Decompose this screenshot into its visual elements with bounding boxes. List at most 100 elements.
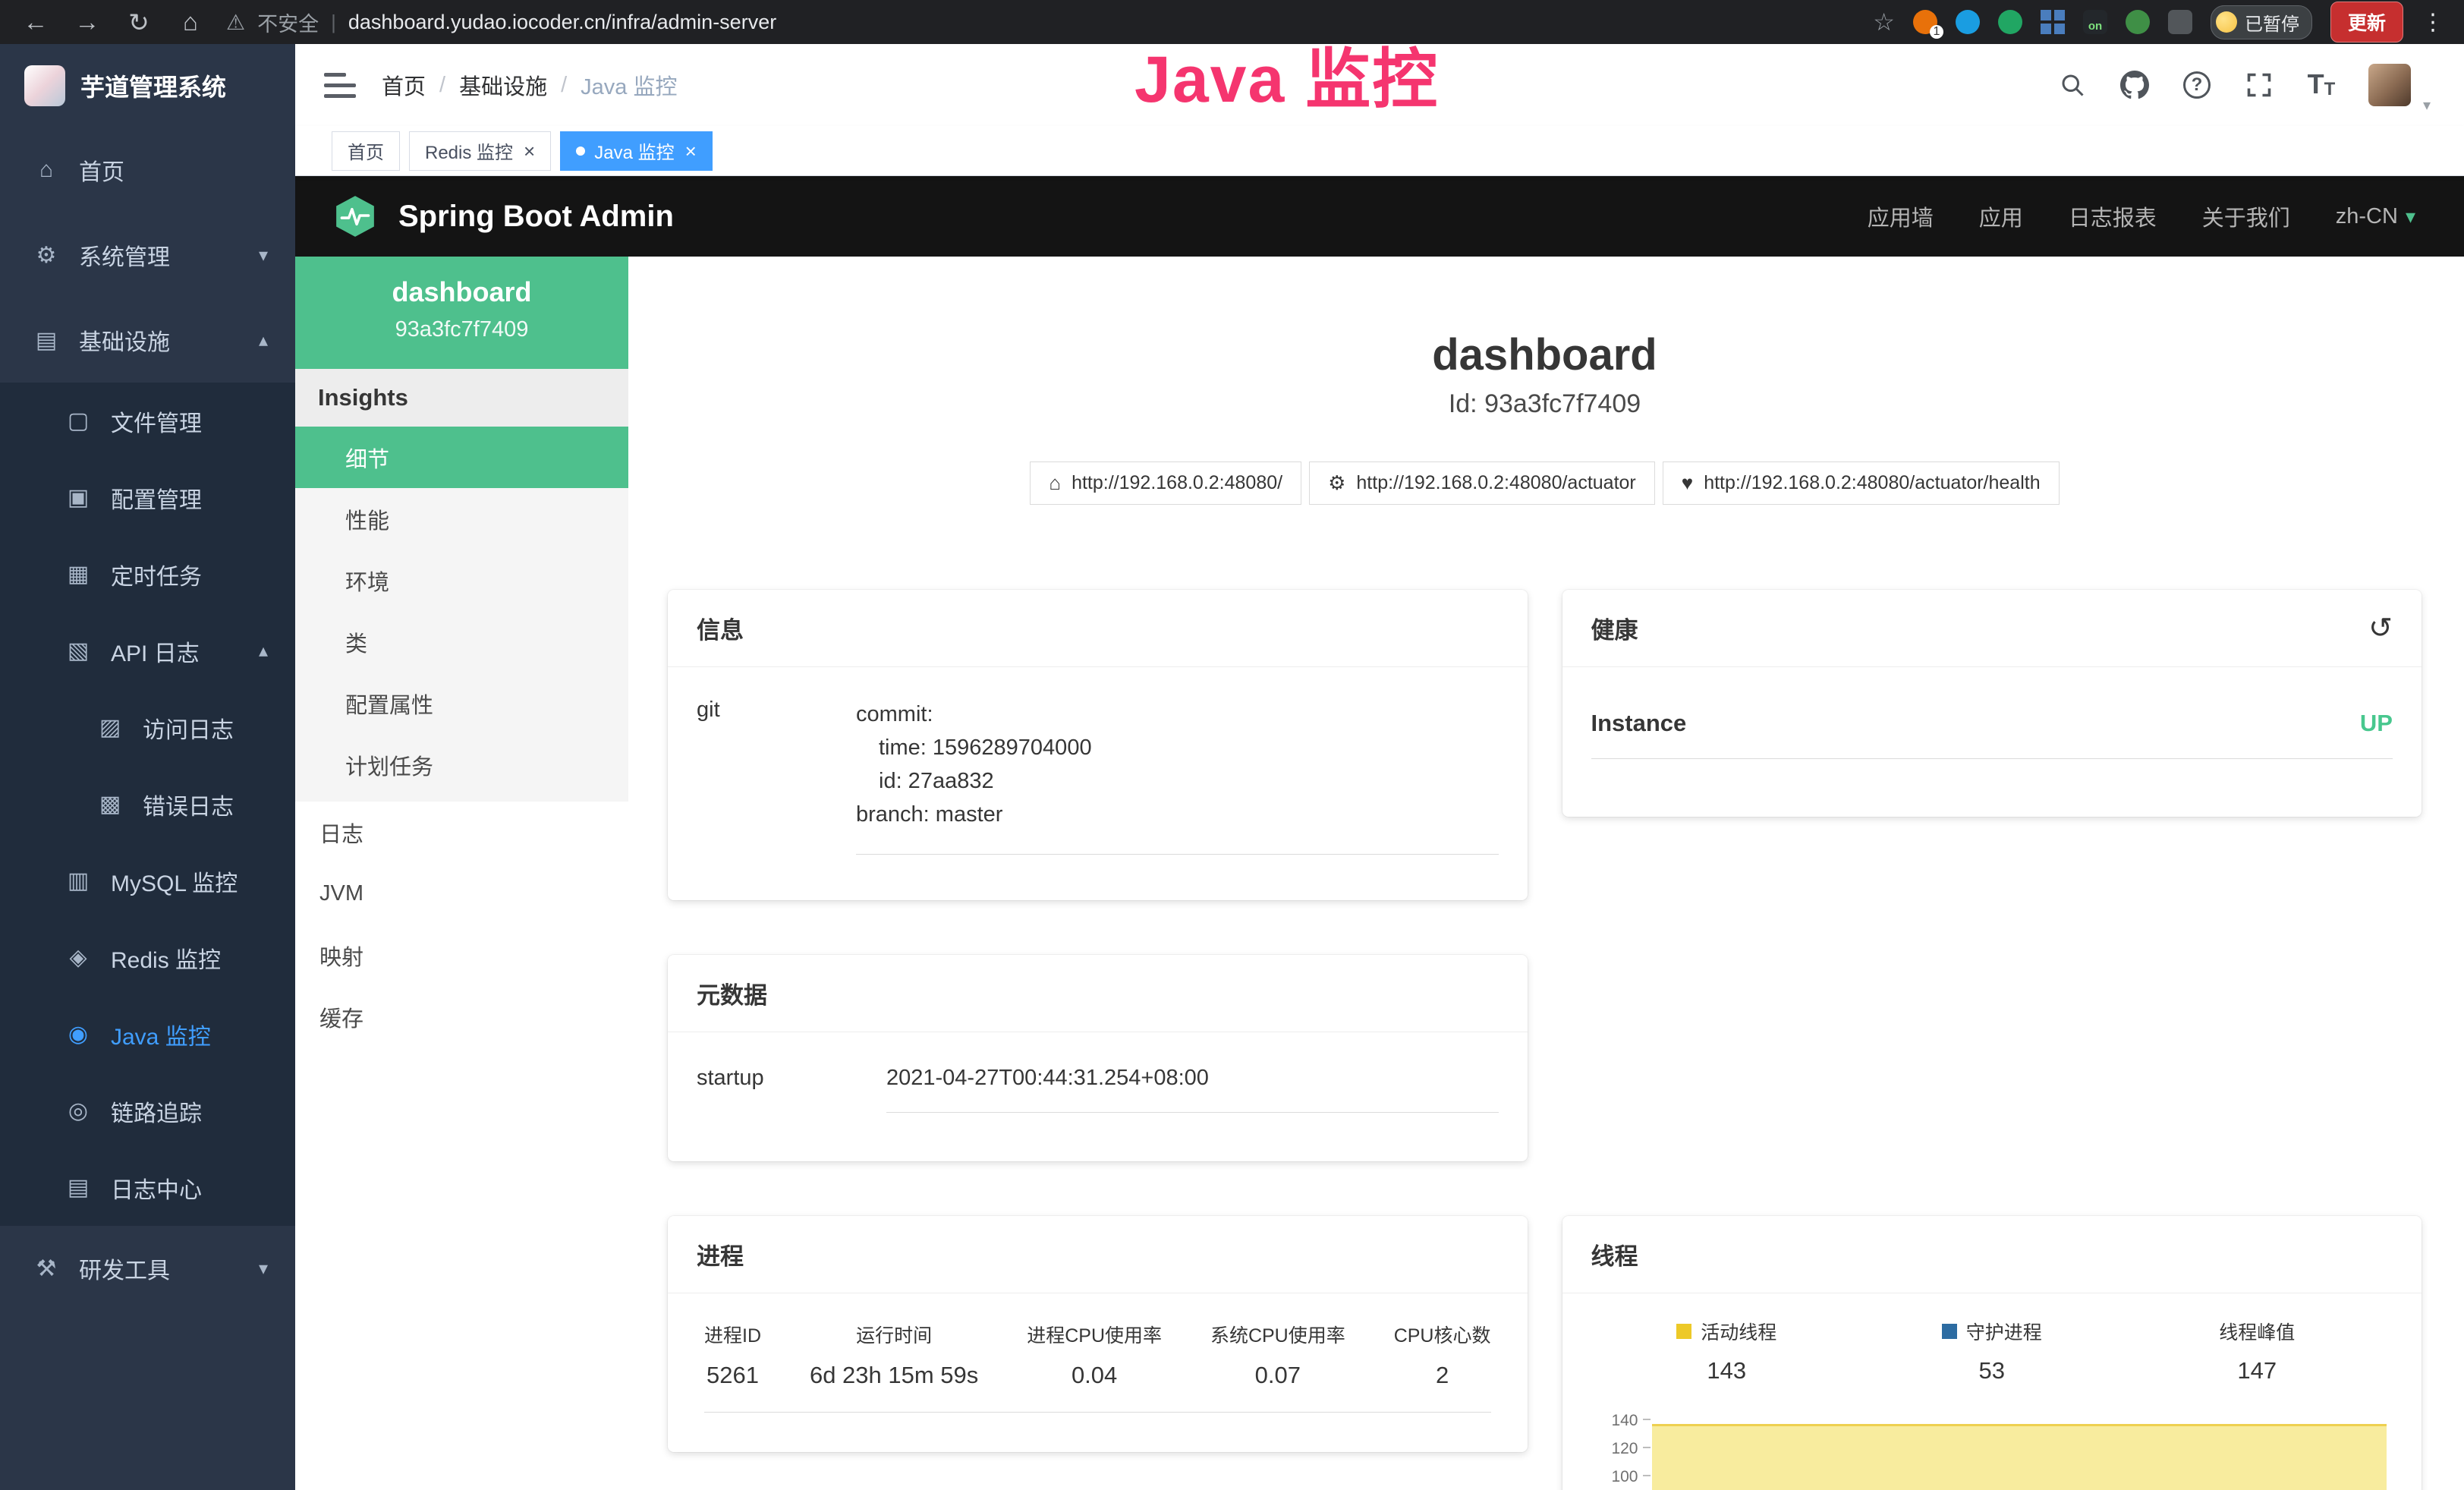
sba-item-config-props[interactable]: 配置属性	[295, 673, 628, 734]
sba-brand-title[interactable]: Spring Boot Admin	[398, 200, 674, 234]
sidebar-item-dev-tools[interactable]: ⚒ 研发工具 ▾	[0, 1226, 295, 1311]
browser-menu-icon[interactable]: ⋮	[2422, 9, 2444, 36]
sba-locale-select[interactable]: zh-CN ▾	[2336, 204, 2415, 229]
sba-nav-about[interactable]: 关于我们	[2202, 200, 2290, 232]
avatar[interactable]	[2368, 64, 2411, 106]
tab-label: Java 监控	[594, 137, 674, 164]
browser-update-button[interactable]: 更新	[2330, 2, 2403, 43]
process-cpu: 进程CPU使用率 0.04	[1027, 1321, 1162, 1389]
service-url-link[interactable]: ⌂ http://192.168.0.2:48080/	[1030, 461, 1301, 505]
card-title: 进程	[697, 1237, 744, 1271]
sidebar-item-infrastructure[interactable]: ▤ 基础设施 ▴	[0, 298, 295, 383]
sba-item-details[interactable]: 细节	[295, 427, 628, 488]
avatar-caret-icon: ▾	[2423, 96, 2431, 115]
browser-forward-button[interactable]: →	[71, 8, 103, 36]
breadcrumb-separator: /	[561, 73, 567, 98]
sba-item-caches[interactable]: 缓存	[295, 986, 628, 1047]
sba-item-jvm[interactable]: JVM	[295, 863, 628, 925]
card-title: 线程	[1591, 1237, 1638, 1271]
link-label: http://192.168.0.2:48080/actuator/health	[1704, 472, 2040, 494]
sidebar-item-label: MySQL 监控	[111, 865, 238, 898]
sidebar-item-error-logs[interactable]: ▩ 错误日志	[0, 766, 295, 843]
sba-nav-applications[interactable]: 应用	[1979, 200, 2023, 232]
breadcrumb: 首页 / 基础设施 / Java 监控	[382, 69, 677, 101]
sidebar-item-access-logs[interactable]: ▨ 访问日志	[0, 689, 295, 766]
close-icon[interactable]: ×	[524, 141, 535, 161]
browser-reload-button[interactable]: ↻	[123, 8, 155, 37]
info-line: id: 27aa832	[856, 764, 1499, 798]
fullscreen-icon[interactable]	[2244, 70, 2274, 100]
sba-item-metrics[interactable]: 性能	[295, 488, 628, 550]
actuator-url-link[interactable]: ⚙ http://192.168.0.2:48080/actuator	[1309, 461, 1655, 505]
sba-item-logs[interactable]: 日志	[295, 802, 628, 863]
extension-icon-drop[interactable]	[1956, 10, 1980, 34]
browser-back-button[interactable]: ←	[20, 8, 52, 36]
chart-plot-area	[1651, 1412, 2390, 1490]
sba-nav-journal[interactable]: 日志报表	[2069, 200, 2157, 232]
tab-redis-monitor[interactable]: Redis 监控 ×	[409, 131, 551, 171]
extension-icon-grid[interactable]	[2041, 10, 2065, 34]
browser-home-button[interactable]: ⌂	[175, 8, 206, 36]
legend-square-yellow	[1676, 1324, 1691, 1339]
bookmark-star-icon[interactable]: ☆	[1873, 8, 1895, 36]
font-size-icon[interactable]: TT	[2306, 70, 2337, 100]
close-icon[interactable]: ×	[685, 141, 697, 161]
locale-label: zh-CN	[2336, 204, 2398, 229]
security-label: 不安全	[257, 8, 319, 37]
sidebar-item-log-center[interactable]: ▤ 日志中心	[0, 1149, 295, 1226]
help-icon[interactable]: ?	[2182, 70, 2212, 100]
extension-icon-orange[interactable]: 1	[1913, 10, 1937, 34]
emoji-face-icon	[2216, 11, 2237, 33]
paused-badge[interactable]: 已暂停	[2211, 5, 2312, 39]
sba-item-mappings[interactable]: 映射	[295, 925, 628, 986]
app-logo-row[interactable]: 芋道管理系统	[0, 44, 295, 128]
history-icon[interactable]: ↺	[2368, 611, 2393, 645]
sidebar-item-system-mgmt[interactable]: ⚙ 系统管理 ▾	[0, 213, 295, 298]
sba-item-scheduled-tasks[interactable]: 计划任务	[295, 734, 628, 795]
sidebar-item-java-monitor[interactable]: ◉ Java 监控	[0, 996, 295, 1073]
threads-card: 线程 活动线程 143	[1562, 1216, 2422, 1490]
sba-nav-wallboard[interactable]: 应用墙	[1868, 200, 1934, 232]
chevron-up-icon: ▴	[259, 329, 268, 351]
extension-icon-on[interactable]: on	[2083, 10, 2107, 34]
active-tab-dot	[576, 146, 585, 156]
sidebar-item-trace[interactable]: ◎ 链路追踪	[0, 1073, 295, 1149]
extensions-puzzle-icon[interactable]	[2168, 10, 2192, 34]
app-title: 芋道管理系统	[80, 68, 226, 103]
extension-icon-green[interactable]	[1998, 10, 2022, 34]
sidebar-item-config-mgmt[interactable]: ▣ 配置管理	[0, 459, 295, 536]
sidebar-item-api-logs[interactable]: ▧ API 日志 ▴	[0, 613, 295, 689]
chart-y-axis: 140 120 100	[1594, 1412, 1651, 1490]
question-mark: ?	[2183, 71, 2211, 99]
health-url-link[interactable]: ♥ http://192.168.0.2:48080/actuator/heal…	[1663, 461, 2060, 505]
search-icon[interactable]	[2057, 70, 2088, 100]
error-log-icon: ▩	[96, 791, 124, 817]
address-bar[interactable]: ⚠ 不安全 | dashboard.yudao.iocoder.cn/infra…	[226, 8, 776, 37]
legend-peak-threads: 线程峰值 147	[2125, 1318, 2390, 1384]
breadcrumb-infrastructure[interactable]: 基础设施	[459, 69, 547, 101]
instance-header[interactable]: dashboard 93a3fc7f7409	[295, 257, 628, 369]
sba-item-classes[interactable]: 类	[295, 611, 628, 673]
info-line: branch: master	[856, 798, 1499, 831]
hamburger-icon[interactable]	[324, 73, 356, 98]
breadcrumb-home[interactable]: 首页	[382, 69, 426, 101]
sba-item-environment[interactable]: 环境	[295, 550, 628, 611]
tab-home[interactable]: 首页	[332, 131, 400, 171]
link-label: http://192.168.0.2:48080/	[1072, 472, 1282, 494]
sidebar-item-home[interactable]: ⌂ 首页	[0, 128, 295, 213]
page-title: dashboard	[668, 329, 2422, 380]
tab-java-monitor[interactable]: Java 监控 ×	[560, 131, 713, 171]
sidebar-item-scheduled-tasks[interactable]: ▦ 定时任务	[0, 536, 295, 613]
home-icon: ⌂	[32, 157, 61, 183]
github-icon[interactable]	[2119, 70, 2150, 100]
process-card: 进程 进程ID 5261 运行时间 6d 23h 15m 59s	[668, 1216, 1528, 1452]
sidebar-item-file-mgmt[interactable]: ▢ 文件管理	[0, 383, 295, 459]
extension-badge: 1	[1930, 25, 1943, 39]
mysql-icon: ▥	[64, 868, 93, 894]
instance-id-subtitle: Id: 93a3fc7f7409	[668, 389, 2422, 419]
log-icon: ▧	[64, 638, 93, 664]
extension-icon-leaf[interactable]	[2126, 10, 2150, 34]
sidebar-item-mysql-monitor[interactable]: ▥ MySQL 监控	[0, 843, 295, 919]
sidebar-item-redis-monitor[interactable]: ◈ Redis 监控	[0, 919, 295, 996]
threads-chart: 140 120 100	[1594, 1412, 2390, 1490]
